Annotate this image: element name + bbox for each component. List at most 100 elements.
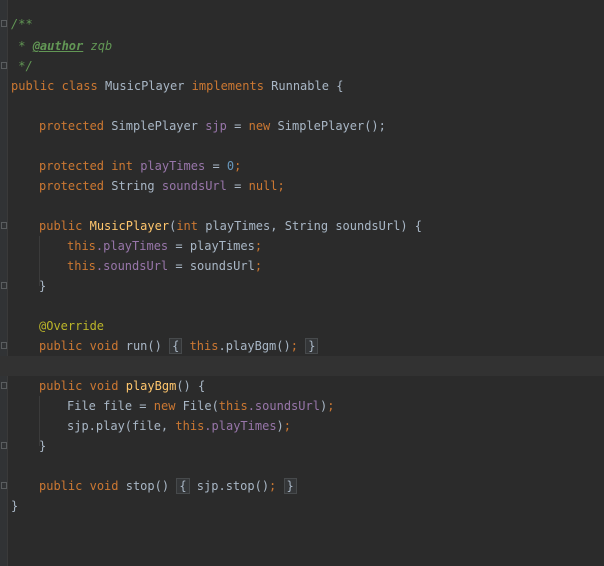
field-name: soundsUrl: [161, 179, 227, 193]
doc-comment-author: * @author zqb: [11, 36, 112, 56]
fold-marker-icon[interactable]: [1, 442, 7, 449]
assignment: = playTimes: [168, 239, 255, 253]
method-call: .playBgm(): [218, 339, 291, 353]
code-line-13[interactable]: this.soundsUrl = soundsUrl;: [0, 256, 604, 276]
keyword-void: void: [89, 339, 119, 353]
parameter: soundsUrl): [335, 219, 408, 233]
close-brace: }: [39, 279, 47, 293]
doc-comment-open: /**: [11, 17, 33, 31]
keyword-public: public: [39, 339, 83, 353]
type-name: SimplePlayer: [111, 119, 198, 133]
code-line-1[interactable]: /**: [0, 14, 604, 34]
override-annotation: @Override: [39, 319, 105, 333]
variable-name: file: [103, 399, 133, 413]
operator: =: [234, 119, 242, 133]
code-line-2[interactable]: * @author zqb: [0, 36, 604, 56]
keyword-protected: protected: [39, 179, 105, 193]
code-line-24[interactable]: public void stop() { sjp.stop(); }: [0, 476, 604, 496]
method-name: stop(): [125, 479, 170, 493]
keyword-null: null: [248, 179, 278, 193]
method-name: playBgm: [125, 379, 177, 393]
constructor-call: File(: [182, 399, 219, 413]
keyword-this: this: [218, 399, 248, 413]
constructor-call: SimplePlayer();: [277, 119, 386, 133]
file-declaration: File file = new File(this.soundsUrl);: [67, 396, 334, 416]
author-name: zqb: [83, 39, 113, 53]
field-name: playTimes: [140, 159, 206, 173]
fold-marker-icon[interactable]: [1, 482, 7, 489]
type-name: String: [284, 219, 329, 233]
code-line-20[interactable]: File file = new File(this.soundsUrl);: [0, 396, 604, 416]
semicolon: ;: [234, 159, 242, 173]
operator: =: [139, 399, 147, 413]
code-line-11[interactable]: public MusicPlayer(int playTimes, String…: [0, 216, 604, 236]
semicolon: ;: [269, 479, 277, 493]
code-line-4[interactable]: public class MusicPlayer implements Runn…: [0, 76, 604, 96]
code-line-14[interactable]: }: [0, 276, 604, 296]
code-line-25[interactable]: }: [0, 496, 604, 516]
assign-soundsurl: this.soundsUrl = soundsUrl;: [67, 256, 262, 276]
method-call: sjp.stop(): [196, 479, 270, 493]
code-line-22[interactable]: }: [0, 436, 604, 456]
folded-region-open[interactable]: {: [169, 338, 183, 354]
stop-method: public void stop() { sjp.stop(); }: [39, 476, 297, 496]
operator: =: [212, 159, 220, 173]
keyword-implements: implements: [191, 79, 264, 93]
semicolon: ;: [254, 259, 263, 273]
keyword-public: public: [39, 479, 83, 493]
code-line-9[interactable]: protected String soundsUrl = null;: [0, 176, 604, 196]
field-playtimes-declaration: protected int playTimes = 0;: [39, 156, 241, 176]
open-brace: {: [198, 379, 206, 393]
code-editor[interactable]: /** * @author zqb */ public class MusicP…: [0, 0, 604, 566]
fold-marker-icon[interactable]: [1, 382, 7, 389]
run-method: public void run() { this.playBgm(); }: [39, 336, 319, 356]
keyword-public: public: [11, 79, 55, 93]
semicolon: ;: [254, 239, 263, 253]
fold-marker-icon[interactable]: [1, 20, 7, 27]
field-name: sjp: [205, 119, 227, 133]
keyword-new: new: [153, 399, 176, 413]
code-line-3[interactable]: */: [0, 56, 604, 76]
fold-marker-icon[interactable]: [1, 342, 7, 349]
field-name: .soundsUrl: [95, 259, 169, 273]
paren: ): [276, 419, 284, 433]
method-call: sjp.play(file,: [67, 419, 169, 433]
operator: =: [234, 179, 242, 193]
assignment: = soundsUrl: [168, 259, 255, 273]
keyword-class: class: [61, 79, 98, 93]
code-line-8[interactable]: protected int playTimes = 0;: [0, 156, 604, 176]
code-line-16[interactable]: @Override: [0, 316, 604, 336]
keyword-int: int: [111, 159, 133, 173]
assign-playtimes: this.playTimes = playTimes;: [67, 236, 262, 256]
interface-name: Runnable: [271, 79, 329, 93]
field-sjp-declaration: protected SimplePlayer sjp = new SimpleP…: [39, 116, 386, 136]
folded-region-open[interactable]: {: [176, 478, 190, 494]
parameter: playTimes,: [205, 219, 278, 233]
keyword-public: public: [39, 219, 83, 233]
type-name: String: [111, 179, 155, 193]
keyword-this: this: [67, 239, 96, 253]
constructor-declaration: public MusicPlayer(int playTimes, String…: [39, 216, 422, 236]
code-line-18-current[interactable]: [0, 356, 604, 376]
code-line-12[interactable]: this.playTimes = playTimes;: [0, 236, 604, 256]
semicolon: ;: [327, 399, 335, 413]
keyword-this: this: [175, 419, 205, 433]
code-line-6[interactable]: protected SimplePlayer sjp = new SimpleP…: [0, 116, 604, 136]
field-soundsurl-declaration: protected String soundsUrl = null;: [39, 176, 285, 196]
open-brace: {: [414, 219, 423, 233]
method-name: run(): [125, 339, 162, 353]
fold-marker-icon[interactable]: [1, 62, 7, 69]
code-line-17[interactable]: public void run() { this.playBgm(); }: [0, 336, 604, 356]
code-line-21[interactable]: sjp.play(file, this.playTimes);: [0, 416, 604, 436]
author-tag: @author: [32, 39, 84, 53]
folded-region-close[interactable]: }: [305, 338, 319, 354]
semicolon: ;: [277, 179, 285, 193]
fold-marker-icon[interactable]: [1, 282, 7, 289]
keyword-void: void: [89, 479, 119, 493]
fold-marker-icon[interactable]: [1, 222, 7, 229]
type-name: File: [67, 399, 96, 413]
code-line-19[interactable]: public void playBgm() {: [0, 376, 604, 396]
field-name: .playTimes: [204, 419, 277, 433]
folded-region-close[interactable]: }: [283, 478, 297, 494]
close-brace: }: [39, 439, 47, 453]
